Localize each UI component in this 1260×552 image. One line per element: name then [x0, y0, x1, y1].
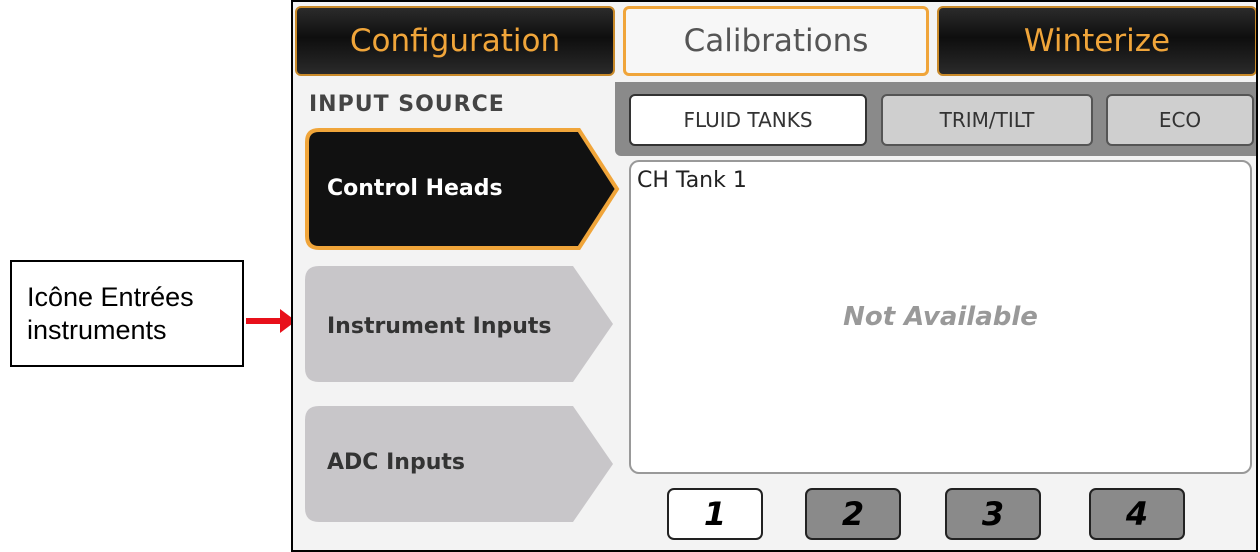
subtab-trim-tilt[interactable]: TRIM/TILT [881, 94, 1093, 146]
page-button-3[interactable]: 3 [945, 488, 1041, 540]
subtab-fluid-tanks[interactable]: FLUID TANKS [629, 94, 867, 146]
tab-calibrations-label: Calibrations [683, 23, 869, 59]
source-button-adc-inputs[interactable]: ADC Inputs [303, 404, 623, 524]
annotation-callout: Icône Entrées instruments [10, 260, 244, 367]
subtab-eco-label: ECO [1158, 108, 1202, 132]
annotation-line1: Icône Entrées [27, 282, 194, 312]
device-screen: Configuration Calibrations Winterize INP… [291, 0, 1258, 552]
panel-status: Not Available [843, 302, 1038, 332]
input-source-title: INPUT SOURCE [309, 92, 505, 117]
source-button-control-heads[interactable]: Control Heads [303, 126, 623, 252]
tab-configuration[interactable]: Configuration [295, 6, 615, 76]
source-label-adc-inputs: ADC Inputs [327, 450, 465, 475]
annotation-arrow-line [246, 318, 284, 324]
source-label-instrument-inputs: Instrument Inputs [327, 314, 552, 339]
tab-winterize[interactable]: Winterize [937, 6, 1256, 76]
tab-calibrations[interactable]: Calibrations [623, 6, 929, 76]
tab-configuration-label: Configuration [349, 23, 561, 59]
annotation-line2: instruments [27, 315, 167, 345]
panel-title: CH Tank 1 [637, 168, 747, 193]
page-button-4[interactable]: 4 [1089, 488, 1185, 540]
source-label-control-heads: Control Heads [327, 176, 503, 201]
tank-panel: CH Tank 1 Not Available [629, 160, 1252, 474]
subtab-fluid-tanks-label: FLUID TANKS [683, 108, 813, 132]
tab-winterize-label: Winterize [1023, 23, 1171, 59]
subtab-trim-tilt-label: TRIM/TILT [939, 108, 1035, 132]
page-button-1[interactable]: 1 [667, 488, 763, 540]
source-button-instrument-inputs[interactable]: Instrument Inputs [303, 264, 623, 384]
page-button-2[interactable]: 2 [805, 488, 901, 540]
subtab-eco[interactable]: ECO [1106, 94, 1254, 146]
